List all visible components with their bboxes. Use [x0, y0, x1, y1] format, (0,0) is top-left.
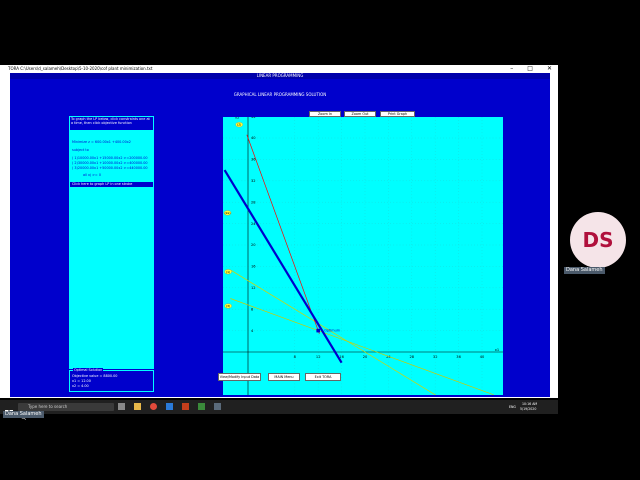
exit-tora-button[interactable]: Exit TORA [305, 373, 341, 381]
constraint-line-2 [246, 134, 320, 334]
x-tick-label: 12 [316, 355, 321, 359]
x-tick-label: 40 [480, 355, 485, 359]
app-icon[interactable] [198, 403, 205, 410]
window-title-bar: TORA C:\Users\d_salameh\Desktop\5-10-202… [0, 65, 558, 73]
y-tick-label: 16 [251, 265, 256, 269]
line-label-text: (2) [237, 123, 241, 127]
y-tick-label: 28 [251, 200, 256, 204]
minimize-button[interactable]: – [510, 65, 513, 73]
taskbar-search-input[interactable]: Type here to search [18, 403, 114, 411]
lp-graph: 8121620242832364048121620242832364044x1x… [223, 117, 503, 395]
nonnegativity-label: all xj >= 0 [83, 173, 101, 177]
model-panel [69, 116, 154, 369]
optimum-point [316, 328, 320, 333]
taskbar-apps [118, 403, 238, 411]
graph-one-stroke-link[interactable]: Click here to graph LP in one stroke [70, 182, 153, 187]
y-tick-label: 44 [251, 117, 256, 119]
y-tick-label: 32 [251, 179, 256, 183]
x-tick-label: 20 [363, 355, 368, 359]
y-tick-label: 20 [251, 243, 256, 247]
window-title: TORA C:\Users\d_salameh\Desktop\5-10-202… [8, 66, 153, 71]
y-tick-label: 12 [251, 286, 256, 290]
subject-to-label: subject to [72, 148, 89, 152]
tora-icon[interactable] [214, 403, 221, 410]
lp-chart: 8121620242832364048121620242832364044x1x… [223, 117, 503, 395]
language-indicator[interactable]: ENG [509, 405, 516, 409]
menu-title: LINEAR PROGRAMMING [10, 73, 550, 79]
optimal-solution-label: Optimal Solution [73, 368, 104, 373]
optimum-label: Optimum [324, 329, 341, 333]
edge-icon[interactable] [166, 403, 173, 410]
y-axis-label: x2 [235, 117, 239, 120]
view-modify-input-button[interactable]: View/Modify Input Data [218, 373, 261, 381]
x-tick-label: 36 [456, 355, 461, 359]
maximize-button[interactable]: □ [527, 65, 533, 73]
objective-function[interactable]: Minimize z = 600.00x1 +400.00x2 [72, 140, 131, 144]
windows-start-icon[interactable] [5, 403, 13, 418]
instructions-text: To graph the LP below, click constraints… [70, 117, 153, 130]
chrome-icon[interactable] [150, 403, 157, 410]
y-tick-label: 8 [251, 307, 254, 311]
page-title: GRAPHICAL LINEAR PROGRAMMING SOLUTION [233, 92, 327, 97]
clock-date[interactable]: 5/19/2020 [520, 407, 536, 411]
y-tick-label: 40 [251, 136, 256, 140]
y-tick-label: 4 [251, 329, 254, 333]
search-icon [21, 405, 27, 421]
x-tick-label: 32 [433, 355, 438, 359]
presenter-name-tag: Dana Salameh [564, 267, 605, 274]
line-label-text: (3) [226, 304, 230, 308]
constraint-1[interactable]: ( 1)10000.00x1 +15000.00x2 >=200000.00 [72, 156, 148, 160]
x2-value: x2 = 4.00 [72, 384, 89, 388]
task-view-icon[interactable] [118, 403, 125, 410]
x-axis-label: x1 [495, 348, 499, 352]
constraint-2[interactable]: ( 2)30000.00x1 +10000.00x2 >=400000.00 [72, 161, 148, 165]
line-label-text: (2a) [224, 211, 230, 215]
self-view-name-tag: Dana Salameh [3, 411, 44, 418]
optimal-solution-box: Optimal Solution Objective value = 8800.… [69, 368, 154, 392]
close-button[interactable]: ✕ [547, 65, 552, 73]
file-explorer-icon[interactable] [134, 403, 141, 410]
x-tick-label: 28 [410, 355, 415, 359]
line-label-text: (1) [226, 270, 230, 274]
clock-time[interactable]: 10:16 AM [522, 402, 537, 406]
powerpoint-icon[interactable] [182, 403, 189, 410]
x-tick-label: 8 [294, 355, 297, 359]
main-menu-button[interactable]: MAIN Menu [268, 373, 300, 381]
presenter-avatar: DS [570, 212, 626, 268]
constraint-3[interactable]: ( 3)20000.00x1 +50000.00x2 >=440000.00 [72, 166, 148, 170]
